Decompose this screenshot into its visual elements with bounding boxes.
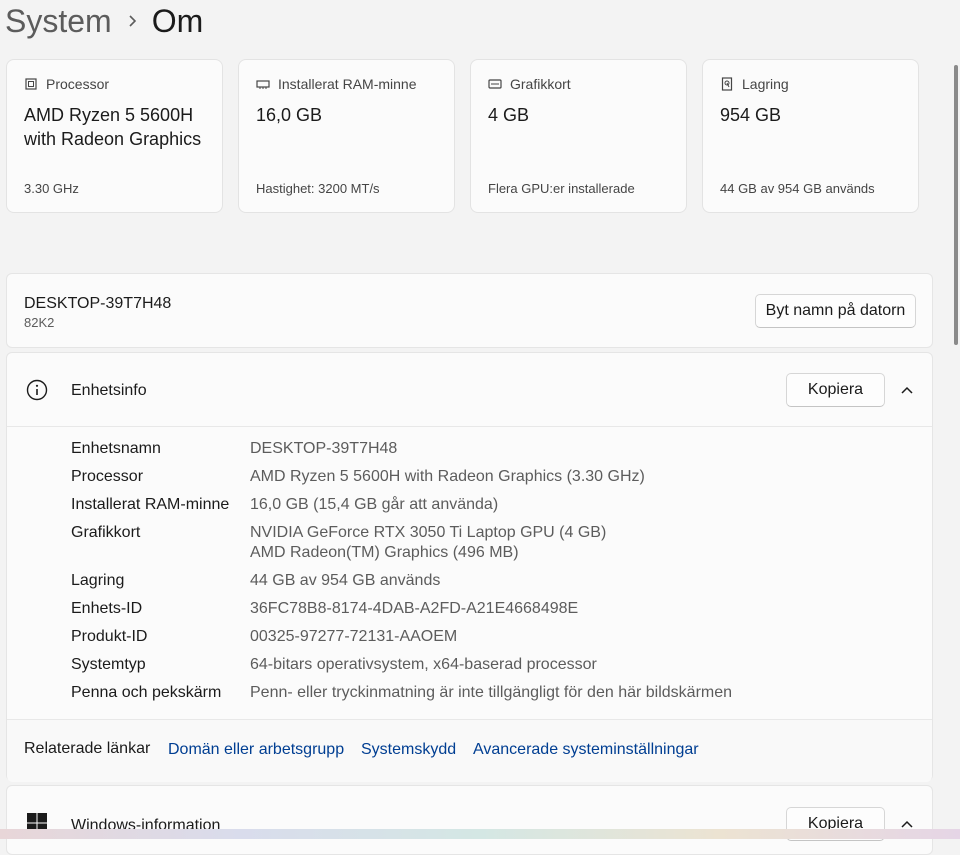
storage-icon: [721, 77, 733, 91]
info-label: Enhetsnamn: [71, 440, 161, 457]
card-value: AMD Ryzen 5 5600H with Radeon Graphics: [24, 105, 202, 149]
info-label: Enhets-ID: [71, 600, 143, 617]
info-value-multiline: NVIDIA GeForce RTX 3050 Ti Laptop GPU (4…: [250, 523, 606, 563]
device-name: DESKTOP-39T7H48: [24, 295, 172, 312]
info-value: Penn- eller tryckinmatning är inte tillg…: [250, 684, 733, 701]
card-value: 4 GB: [488, 105, 530, 125]
info-value: 36FC78B8-8174-4DAB-A2FD-A21E4668498E: [250, 600, 579, 617]
device-info-details: Enhetsnamn DESKTOP-39T7H48 Processor AMD…: [6, 426, 933, 782]
info-row: Penna och pekskärm Penn- eller tryckinma…: [71, 683, 732, 703]
link-system-protection[interactable]: Systemskydd: [361, 741, 456, 759]
info-row: Produkt-ID 00325-97277-72131-AAOEM: [71, 627, 457, 647]
card-value: 16,0 GB: [256, 105, 323, 125]
chevron-up-icon[interactable]: [899, 382, 915, 398]
info-label: Processor: [71, 468, 144, 485]
card-sub: Hastighet: 3200 MT/s: [256, 181, 380, 196]
info-label: Grafikkort: [71, 524, 141, 541]
info-row: Lagring 44 GB av 954 GB används: [71, 571, 440, 591]
info-row: Grafikkort NVIDIA GeForce RTX 3050 Ti La…: [71, 523, 606, 563]
info-label: Penna och pekskärm: [71, 684, 222, 701]
chevron-right-icon: [112, 14, 152, 28]
card-label: Grafikkort: [510, 76, 571, 92]
card-label: Lagring: [742, 76, 789, 92]
rename-pc-button[interactable]: Byt namn på datorn: [755, 294, 916, 328]
info-value: 64-bitars operativsystem, x64-baserad pr…: [250, 656, 597, 673]
info-value: DESKTOP-39T7H48: [250, 440, 398, 457]
info-row: Processor AMD Ryzen 5 5600H with Radeon …: [71, 467, 645, 487]
info-label: Installerat RAM-minne: [71, 496, 230, 513]
processor-card: Processor AMD Ryzen 5 5600H with Radeon …: [6, 59, 223, 213]
info-icon: [26, 379, 48, 406]
graphics-card-icon: [488, 79, 502, 89]
device-name-panel: DESKTOP-39T7H48 82K2 Byt namn på datorn: [6, 273, 933, 348]
info-row: Enhets-ID 36FC78B8-8174-4DAB-A2FD-A21E46…: [71, 599, 578, 619]
card-label: Processor: [46, 76, 110, 92]
related-links: Relaterade länkar Domän eller arbetsgrup…: [7, 719, 932, 782]
memory-icon: [256, 80, 270, 89]
device-model: 82K2: [24, 315, 55, 330]
card-value: 954 GB: [720, 105, 782, 125]
related-links-label: Relaterade länkar: [24, 740, 151, 757]
card-sub: Flera GPU:er installerade: [488, 181, 635, 196]
info-row: Systemtyp 64-bitars operativsystem, x64-…: [71, 655, 597, 675]
info-value: AMD Ryzen 5 5600H with Radeon Graphics (…: [250, 468, 645, 485]
info-value: 16,0 GB (15,4 GB går att använda): [250, 496, 499, 513]
taskbar-edge: [0, 829, 960, 839]
windows-info-header[interactable]: Windows-information Kopiera: [6, 785, 933, 855]
card-sub: 3.30 GHz: [24, 181, 79, 196]
device-info-title: Enhetsinfo: [71, 382, 147, 399]
link-advanced-settings[interactable]: Avancerade systeminställningar: [473, 741, 699, 759]
info-row: Enhetsnamn DESKTOP-39T7H48: [71, 439, 397, 459]
graphics-card: Grafikkort 4 GB Flera GPU:er installerad…: [470, 59, 687, 213]
page-title: Om: [151, 2, 204, 39]
storage-card: Lagring 954 GB 44 GB av 954 GB används: [702, 59, 919, 213]
breadcrumb-system[interactable]: System: [5, 3, 112, 40]
info-value: 44 GB av 954 GB används: [250, 572, 441, 589]
processor-icon: [25, 78, 37, 90]
copy-device-info-button[interactable]: Kopiera: [786, 373, 885, 407]
info-row: Installerat RAM-minne 16,0 GB (15,4 GB g…: [71, 495, 498, 515]
info-label: Lagring: [71, 572, 125, 589]
scrollbar[interactable]: [954, 65, 958, 345]
info-value: AMD Radeon(TM) Graphics (496 MB): [250, 544, 519, 561]
card-sub: 44 GB av 954 GB används: [720, 181, 875, 196]
ram-card: Installerat RAM-minne 16,0 GB Hastighet:…: [238, 59, 455, 213]
link-domain-workgroup[interactable]: Domän eller arbetsgrupp: [168, 741, 344, 759]
breadcrumb: System Om: [5, 0, 203, 42]
card-label: Installerat RAM-minne: [278, 76, 417, 92]
info-value: 00325-97277-72131-AAOEM: [250, 628, 458, 645]
device-info-header[interactable]: Enhetsinfo Kopiera: [6, 352, 933, 427]
info-label: Produkt-ID: [71, 628, 148, 645]
info-label: Systemtyp: [71, 656, 146, 673]
info-value: NVIDIA GeForce RTX 3050 Ti Laptop GPU (4…: [250, 524, 607, 541]
